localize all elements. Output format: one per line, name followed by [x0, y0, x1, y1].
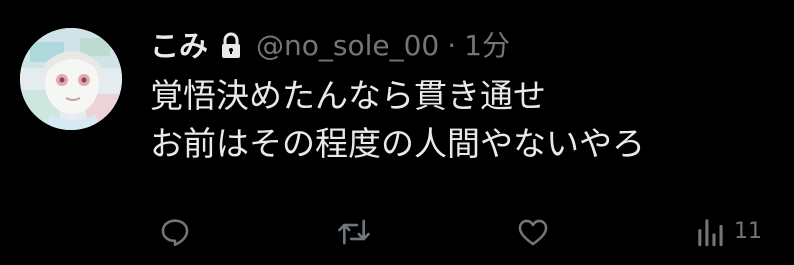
reply-icon	[158, 215, 192, 249]
views-button[interactable]: 11	[696, 210, 762, 254]
tweet-text: 覚悟決めたんなら貫き通せ お前はその程度の人間やないやろ	[150, 72, 780, 168]
avatar[interactable]	[20, 28, 122, 130]
retweet-button[interactable]	[336, 210, 372, 254]
separator-dot: ·	[447, 29, 457, 62]
display-name[interactable]: こみ	[150, 26, 208, 66]
views-count: 11	[734, 219, 762, 244]
timestamp[interactable]: 1分	[464, 26, 510, 66]
lock-icon	[220, 32, 242, 60]
reply-button[interactable]	[158, 210, 192, 254]
tweet-text-line: 覚悟決めたんなら貫き通せ	[150, 76, 546, 115]
tweet-text-line: お前はその程度の人間やないやろ	[150, 124, 645, 163]
like-button[interactable]	[516, 210, 550, 254]
tweet[interactable]: こみ @no_sole_00 · 1分 覚悟決めたんなら貫き通せ お前はその程度…	[0, 0, 794, 265]
action-bar: 11	[150, 210, 780, 254]
user-handle[interactable]: @no_sole_00	[256, 26, 439, 66]
views-chart-icon	[696, 215, 726, 249]
tweet-header: こみ @no_sole_00 · 1分	[150, 26, 510, 66]
heart-icon	[516, 215, 550, 249]
retweet-icon	[336, 215, 372, 249]
